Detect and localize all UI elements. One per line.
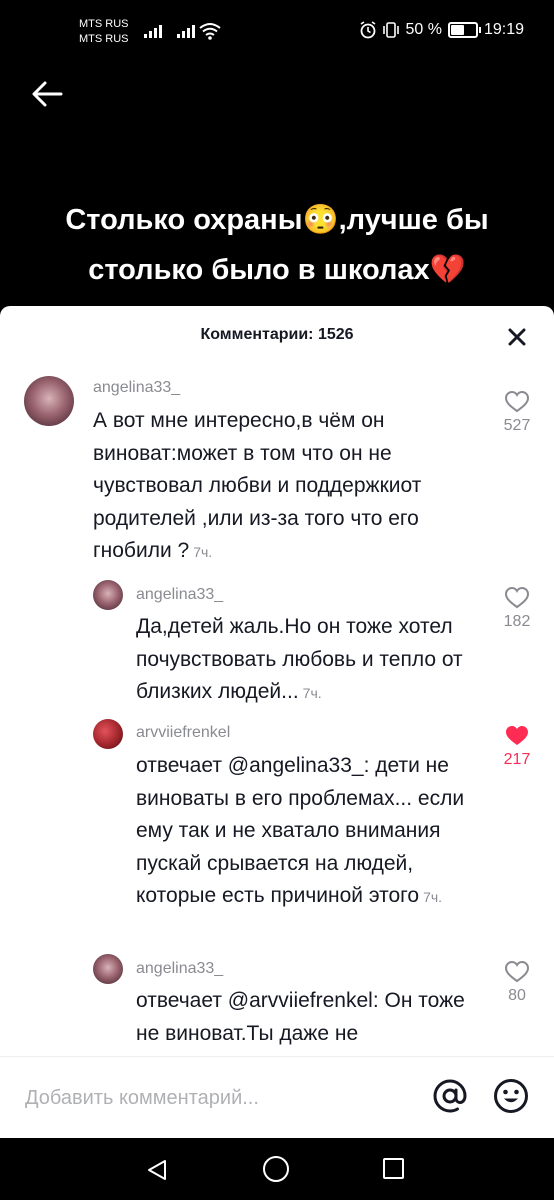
comment-time: 7ч.	[302, 685, 322, 701]
add-comment-bar: Добавить комментарий...	[0, 1066, 554, 1136]
heart-outline-icon	[504, 390, 530, 413]
comment-text: А вот мне интересно,в чём он виноват:мож…	[93, 405, 478, 569]
comment-username[interactable]: angelina33_	[93, 379, 180, 397]
caption-line-2: столько было в школах💔	[88, 254, 466, 286]
vibrate-icon	[383, 22, 400, 38]
comment-username[interactable]: angelina33_	[136, 586, 223, 604]
battery-percent: 50 %	[405, 21, 442, 38]
caption-line-1: Столько охраны😳,лучше бы	[65, 204, 489, 236]
comment-prefix: отвечает	[136, 754, 228, 777]
heart-filled-icon	[506, 726, 528, 745]
avatar[interactable]	[24, 376, 74, 426]
battery-icon	[447, 22, 481, 38]
comment-username[interactable]: angelina33_	[136, 960, 223, 978]
comment-text: отвечает @angelina33_: дети не виноваты …	[136, 750, 491, 914]
mention-link[interactable]: @angelina33_	[228, 754, 364, 777]
carrier-2: MTS RUS	[79, 33, 129, 45]
mention-link[interactable]: @arvviiefrenkel	[228, 989, 373, 1012]
comment-body: Да,детей жаль.Но он тоже хотел почувство…	[136, 615, 463, 703]
like-button[interactable]: 182	[497, 586, 537, 631]
avatar[interactable]	[93, 719, 123, 749]
comments-count-title: Комментарии: 1526	[200, 326, 354, 343]
status-right: 50 % 19:19	[359, 21, 524, 39]
emoji-icon[interactable]	[492, 1077, 530, 1115]
like-count: 527	[503, 417, 531, 434]
input-divider	[0, 1056, 554, 1057]
like-count: 80	[508, 987, 526, 1004]
battery-fill	[450, 25, 464, 35]
signal-icon	[177, 24, 195, 38]
like-count: 182	[503, 613, 531, 630]
like-button[interactable]: 217	[497, 724, 537, 769]
comment-time: 7ч.	[193, 544, 213, 560]
comment-username[interactable]: arvviiefrenkel	[136, 724, 230, 742]
back-arrow-icon[interactable]	[30, 77, 64, 111]
carrier-1: MTS RUS	[79, 18, 129, 30]
heart-outline-icon	[504, 586, 530, 609]
nav-home-icon[interactable]	[263, 1156, 289, 1182]
mention-at-icon[interactable]	[431, 1077, 469, 1115]
signal-icon	[144, 24, 162, 38]
avatar[interactable]	[93, 580, 123, 610]
system-nav-bar	[0, 1138, 554, 1200]
comment-text: отвечает @arvviiefrenkel: Он тоже не вин…	[136, 985, 476, 1050]
avatar[interactable]	[93, 954, 123, 984]
like-button[interactable]: 527	[497, 390, 537, 435]
heart-outline-icon	[504, 960, 530, 983]
comment-text: Да,детей жаль.Но он тоже хотел почувство…	[136, 611, 491, 710]
like-button[interactable]: 80	[497, 960, 537, 1005]
video-caption: Столько охраны😳,лучше бы столько было в …	[0, 195, 554, 295]
nav-recents-icon[interactable]	[383, 1158, 404, 1179]
wifi-icon	[199, 23, 221, 40]
comment-body: А вот мне интересно,в чём он виноват:мож…	[93, 409, 422, 562]
status-bar: MTS RUS MTS RUS 50 % 19:19	[0, 0, 554, 64]
alarm-icon	[361, 21, 376, 39]
comment-prefix: отвечает	[136, 989, 228, 1012]
comment-input[interactable]: Добавить комментарий...	[25, 1087, 259, 1110]
comment-time: 7ч.	[423, 889, 443, 905]
clock: 19:19	[483, 21, 524, 38]
carrier-labels: MTS RUS MTS RUS	[79, 17, 129, 47]
like-count: 217	[503, 751, 531, 768]
close-icon[interactable]	[506, 326, 528, 348]
comments-sheet: Комментарии: 1526 angelina33_ А вот мне …	[0, 306, 554, 1138]
nav-back-icon[interactable]	[145, 1158, 169, 1182]
